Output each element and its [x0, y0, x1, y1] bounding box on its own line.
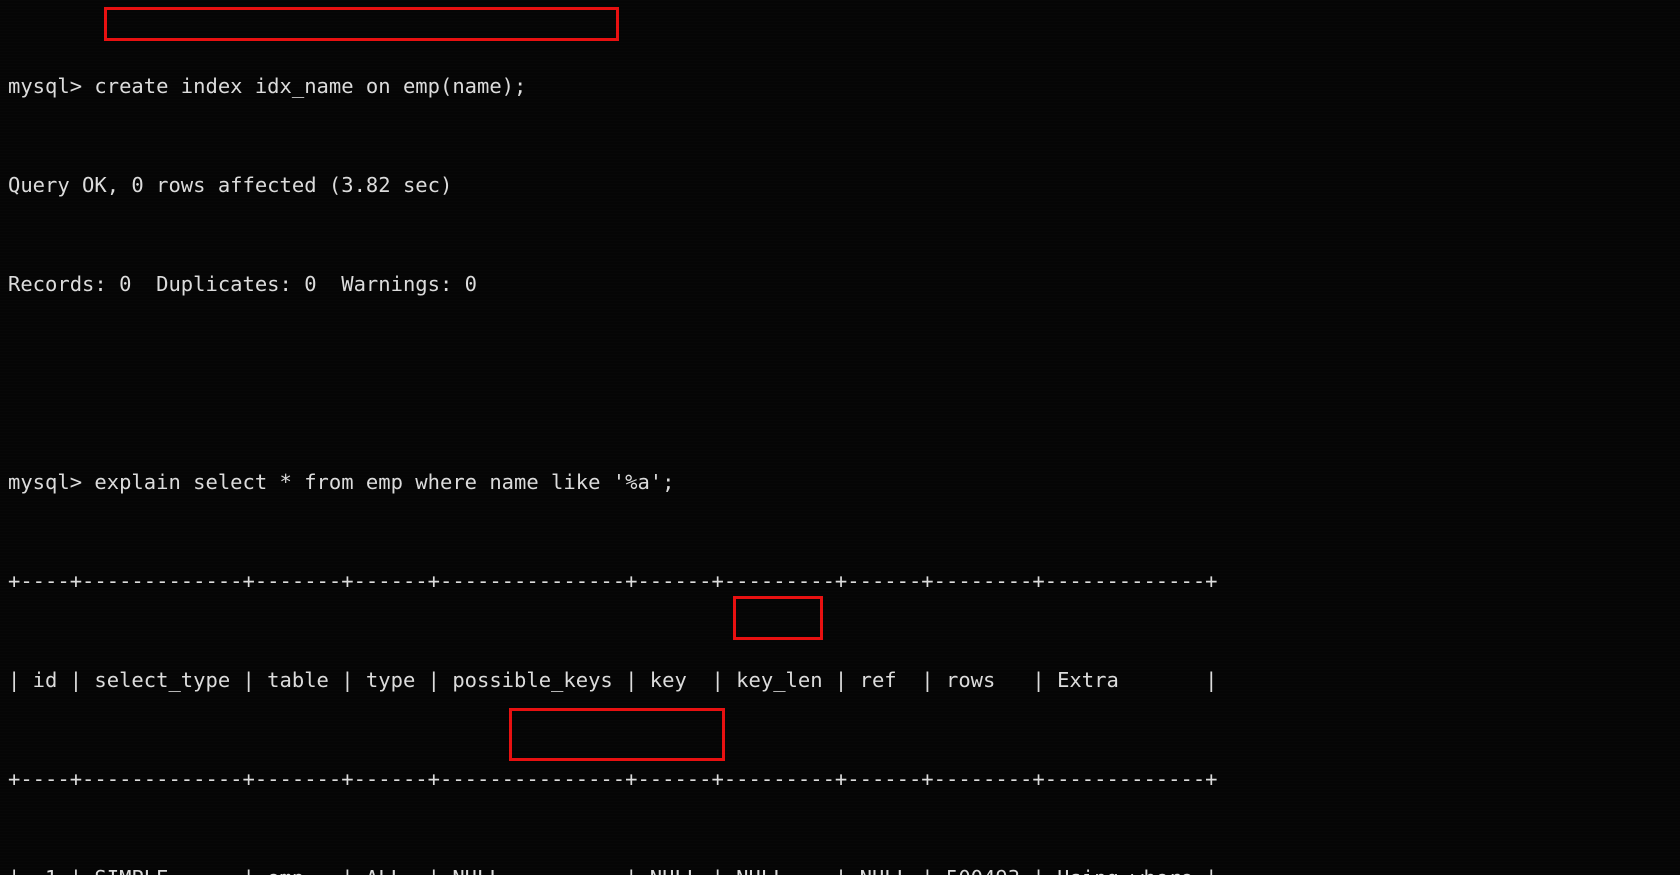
terminal-line: mysql> explain select * from emp where n…: [8, 470, 675, 494]
terminal-screen: mysql> create index idx_name on emp(name…: [0, 0, 1680, 875]
terminal-line: +----+-------------+-------+------+-----…: [8, 767, 1218, 791]
terminal-line: | id | select_type | table | type | poss…: [8, 668, 1218, 692]
terminal-output[interactable]: mysql> create index idx_name on emp(name…: [8, 4, 1267, 875]
terminal-line: +----+-------------+-------+------+-----…: [8, 569, 1218, 593]
terminal-line: Records: 0 Duplicates: 0 Warnings: 0: [8, 272, 477, 296]
terminal-line: Query OK, 0 rows affected (3.82 sec): [8, 173, 453, 197]
terminal-line: mysql> create index idx_name on emp(name…: [8, 74, 527, 98]
terminal-line: | 1 | SIMPLE | emp | ALL | NULL | NULL |…: [8, 862, 1267, 875]
